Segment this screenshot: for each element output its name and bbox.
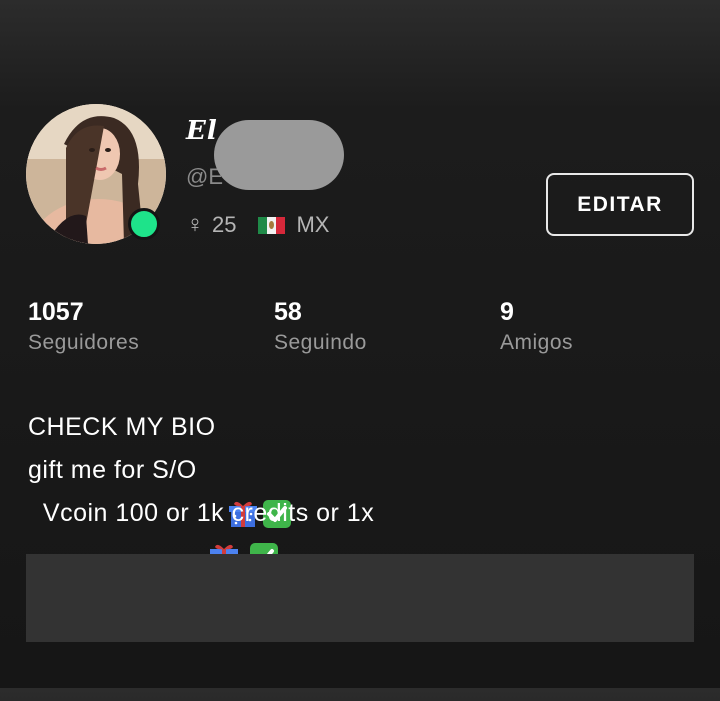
- check-mark-emoji: [249, 456, 279, 571]
- gift-emoji: [386, 499, 416, 613]
- following-count: 58: [274, 298, 302, 326]
- partying-face-emoji: [418, 499, 448, 614]
- bio-line: CHECK MY BIO: [28, 406, 448, 528]
- content-placeholder-panel: [26, 554, 694, 642]
- bio-line: Vcoin 100 or 1k credits or 1x: [28, 492, 448, 614]
- profile-age: 25: [212, 212, 237, 237]
- bio-line-2: gift me for S/O: [28, 456, 197, 484]
- friends-label: Amigos: [500, 331, 574, 354]
- gift-emoji: [209, 456, 239, 570]
- redaction-blob: [214, 120, 344, 190]
- online-status-indicator: [128, 208, 160, 240]
- profile-bio: CHECK MY BIO gift me for S/O Vcoin 100 o…: [28, 406, 448, 614]
- bio-line-3: Vcoin 100 or 1k credits or 1x: [28, 499, 375, 527]
- friends-count: 9: [500, 298, 514, 326]
- profile-country: MX: [296, 212, 330, 237]
- followers-stat[interactable]: 1057 Seguidores: [28, 296, 139, 358]
- friends-stat[interactable]: 9 Amigos: [500, 296, 573, 358]
- female-icon: ♀: [186, 211, 204, 238]
- bio-line: gift me for S/O: [28, 449, 448, 571]
- edit-profile-button[interactable]: EDITAR: [546, 173, 694, 236]
- mexico-flag-icon: [258, 216, 285, 234]
- profile-meta-row: ♀ 25 MX: [186, 210, 329, 240]
- following-stat[interactable]: 58 Seguindo: [274, 296, 367, 358]
- bio-line-1: CHECK MY BIO: [28, 413, 216, 441]
- check-mark-emoji: [262, 413, 292, 528]
- following-label: Seguindo: [274, 331, 367, 354]
- followers-label: Seguidores: [28, 331, 140, 354]
- followers-count: 1057: [28, 298, 84, 326]
- gift-emoji: [228, 413, 258, 527]
- profile-display-name: El: [186, 116, 218, 146]
